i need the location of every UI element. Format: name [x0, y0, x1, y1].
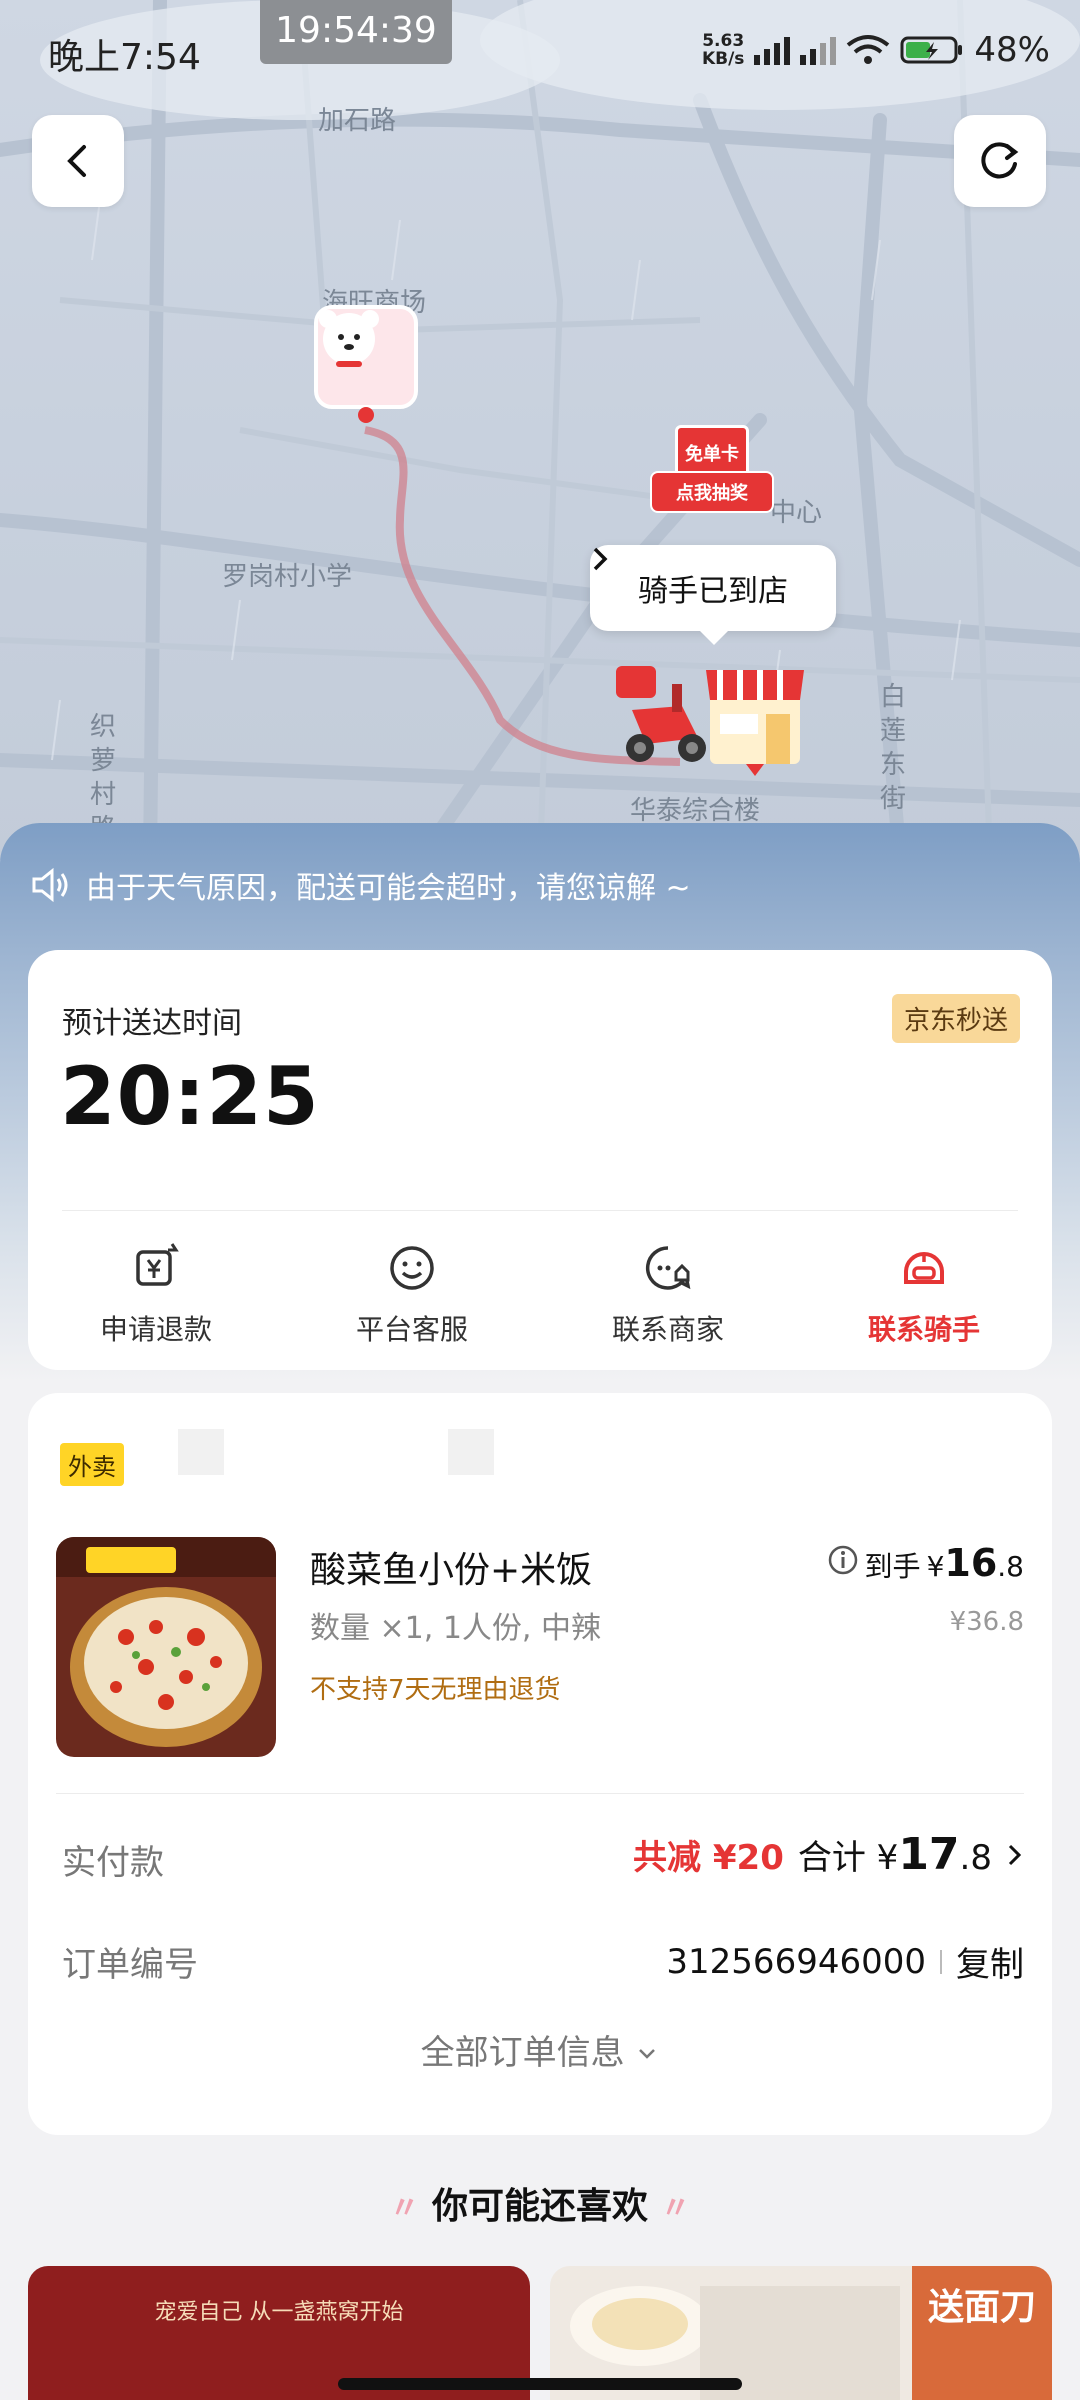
contact-rider-label: 联系骑手	[867, 1313, 980, 1346]
final-price: 到手 ¥16.8	[827, 1541, 1024, 1585]
recommend-card-2-text: 送面刀	[912, 2266, 1052, 2400]
map-view[interactable]: 加石路 海旺商场 罗岗村小学 中心 织萝村路 白莲东街 华泰综合楼 免单卡 点我…	[0, 0, 1080, 860]
contact-merchant-label: 联系商家	[611, 1313, 724, 1346]
final-price-prefix: 到手	[864, 1550, 921, 1583]
item-name: 酸菜鱼小份+米饭	[310, 1550, 593, 1591]
all-order-info-toggle[interactable]: 全部订单信息	[28, 2025, 1052, 2074]
total-prefix: 合计 ¥	[797, 1838, 899, 1878]
free-order-card-label: 免单卡	[675, 425, 749, 479]
contact-rider-button[interactable]: 联系骑手	[796, 1230, 1052, 1360]
original-price: ¥36.8	[949, 1607, 1024, 1637]
store-icon	[706, 670, 804, 776]
info-icon[interactable]	[827, 1544, 859, 1576]
order-sheet: 由于天气原因，配送可能会超时，请您谅解 ~ 预计送达时间 20:25 京东秒送 …	[0, 823, 1080, 2400]
final-price-int: 16	[944, 1541, 998, 1585]
merchant-icon	[645, 1246, 691, 1290]
order-number-label: 订单编号	[62, 1945, 198, 1985]
chevron-right-icon	[593, 547, 608, 571]
total-int: 17	[898, 1829, 960, 1880]
rider-icon	[904, 1252, 944, 1284]
item-spec: 数量 ×1, 1人份, 中辣	[310, 1611, 601, 1646]
map-label-building: 华泰综合楼	[630, 796, 761, 826]
chevron-down-icon	[639, 2049, 656, 2059]
back-arrow-icon	[67, 145, 86, 177]
map-label-center: 中心	[770, 498, 823, 528]
discount-amount: 共减 ¥20	[633, 1838, 784, 1878]
blurred-store-name-2	[448, 1429, 494, 1475]
eta-card: 预计送达时间 20:25 京东秒送 申请退款 平台客服 联系商家 联系骑手	[28, 950, 1052, 1370]
recommend-title: 你可能还喜欢	[431, 2186, 648, 2227]
chevron-right-icon	[1008, 1844, 1022, 1865]
refund-label: 申请退款	[99, 1313, 212, 1346]
order-number: 312566946000	[666, 1941, 926, 1982]
action-bar: 申请退款 平台客服 联系商家 联系骑手	[28, 1230, 1052, 1360]
final-price-currency: ¥	[926, 1550, 945, 1583]
mascot-icon	[319, 310, 379, 367]
brand-tag: 京东秒送	[891, 994, 1020, 1043]
status-time: 晚上7:54	[48, 37, 201, 78]
map-label-road-right: 白莲东街	[880, 682, 907, 814]
battery-percent: 48%	[974, 30, 1050, 70]
final-price-dec: .8	[997, 1550, 1024, 1583]
map-label-school: 罗岗村小学	[222, 562, 353, 592]
divider	[56, 1793, 1024, 1794]
signal-2-icon	[800, 35, 837, 65]
map-label-road: 加石路	[318, 106, 397, 136]
food-image[interactable]	[56, 1537, 276, 1757]
rider-status-text: 骑手已到店	[638, 574, 788, 609]
lottery-promo-marker[interactable]: 免单卡 点我抽奖	[650, 425, 774, 521]
eta-label: 预计送达时间	[62, 1006, 242, 1041]
total-dec: .8	[959, 1838, 992, 1878]
battery-icon	[900, 36, 963, 64]
network-speed: 5.63 KB/s	[701, 31, 745, 69]
all-order-info-label: 全部订单信息	[420, 2033, 625, 2073]
refresh-button[interactable]	[954, 115, 1046, 207]
merchant-origin-marker	[314, 305, 418, 425]
weather-notice-text: 由于天气原因，配送可能会超时，请您谅解 ~	[86, 871, 691, 906]
order-card: 外卖 酸菜鱼小份+米饭 数量 ×1, 1人份, 中辣 不支持7天无理由退货 到手…	[28, 1393, 1052, 2135]
divider	[62, 1210, 1018, 1211]
customer-service-button[interactable]: 平台客服	[284, 1230, 540, 1360]
home-indicator[interactable]	[338, 2378, 742, 2390]
speaker-icon	[32, 867, 68, 903]
weather-notice: 由于天气原因，配送可能会超时，请您谅解 ~	[30, 863, 691, 907]
refresh-icon	[981, 142, 1019, 179]
customer-service-label: 平台客服	[355, 1313, 468, 1346]
blurred-store-name	[178, 1429, 224, 1475]
eta-time: 20:25	[60, 1050, 320, 1143]
paid-label: 实付款	[62, 1843, 164, 1883]
signal-icon	[754, 35, 791, 65]
decor-left-icon: 〃	[389, 2191, 420, 2226]
back-button[interactable]	[32, 115, 124, 207]
recording-time: 19:54:39	[260, 0, 452, 64]
recommend-card-1-text: 宠爱自己 从一盏燕窝开始	[154, 2300, 404, 2325]
takeout-tag: 外卖	[60, 1443, 124, 1486]
recommend-title-row: 〃 你可能还喜欢 〃	[0, 2177, 1080, 2229]
scooter-icon	[616, 666, 706, 762]
payment-summary[interactable]: 共减 ¥20 合计 ¥17.8	[633, 1829, 1024, 1880]
refund-button[interactable]: 申请退款	[28, 1230, 284, 1360]
separator	[940, 1949, 942, 1974]
food-photo	[56, 1537, 276, 1757]
order-number-row: 312566946000 复制	[666, 1937, 1024, 1986]
map-roads	[0, 0, 1080, 860]
rider-status-bubble[interactable]: 骑手已到店	[590, 545, 836, 645]
wifi-icon	[847, 35, 890, 64]
decor-right-icon: 〃	[660, 2191, 691, 2226]
status-icons: 5.63 KB/s 48%	[702, 30, 1050, 70]
contact-merchant-button[interactable]: 联系商家	[540, 1230, 796, 1360]
refund-icon	[136, 1243, 179, 1286]
status-bar: 晚上7:54 19:54:39 5.63 KB/s 48%	[0, 0, 1080, 100]
service-icon	[390, 1246, 434, 1290]
copy-button[interactable]: 复制	[956, 1937, 1024, 1986]
no-return-note: 不支持7天无理由退货	[310, 1675, 561, 1705]
